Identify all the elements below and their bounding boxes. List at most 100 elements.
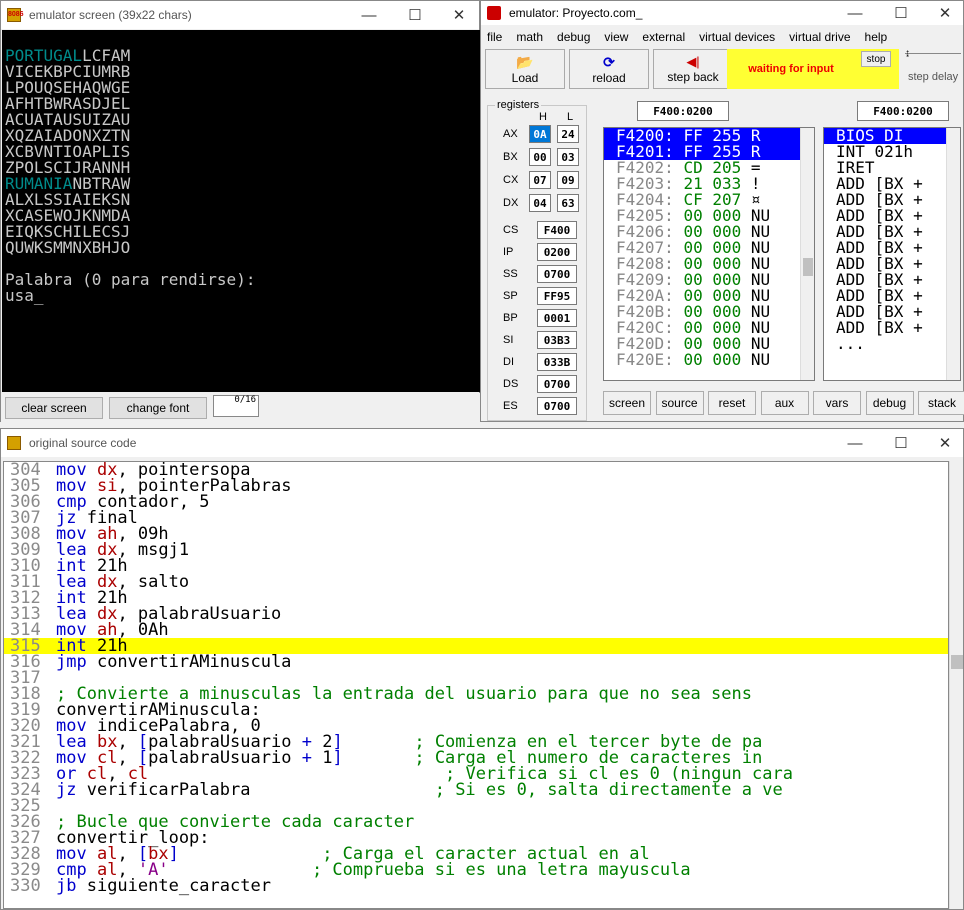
code-line[interactable]: 324 jz verificarPalabra ; Si es 0, salta …	[4, 780, 948, 800]
register-label-bx: BX	[503, 151, 518, 163]
maximize-icon[interactable]: ☐	[879, 429, 923, 457]
close-icon[interactable]: ✕	[923, 1, 964, 25]
source-scroll-thumb[interactable]	[951, 655, 963, 669]
memory-view[interactable]: F4200: FF 255 R F4201: FF 255 R F4202: CD …	[603, 127, 815, 381]
console-text: QUWKSMMNXBHJO	[5, 238, 131, 257]
reload-icon: ⟳	[603, 53, 615, 70]
menu-debug[interactable]: debug	[557, 30, 590, 44]
console-line: usa_	[5, 288, 477, 304]
source-window-title: original source code	[29, 436, 137, 450]
code-token: jb	[56, 876, 87, 896]
step-delay-label: step delay	[908, 71, 959, 83]
code-line[interactable]: 316 jmp convertirAMinuscula	[4, 654, 948, 671]
code-text: int 21h	[56, 558, 948, 575]
code-line[interactable]: 306 cmp contador, 5	[4, 494, 948, 511]
clear-screen-button[interactable]: clear screen	[5, 397, 103, 419]
screen-button[interactable]: screen	[603, 391, 651, 415]
emulator-titlebar: emulator: Proyecto.com_ — ☐ ✕	[481, 1, 963, 25]
register-ax-high[interactable]: 0A	[529, 125, 551, 143]
register-es[interactable]: 0700	[537, 397, 577, 415]
memory-address: F420E:	[616, 350, 684, 369]
screen-button-bar: clear screen change font 0/16	[1, 393, 481, 423]
source-titlebar: original source code — ☐ ✕	[1, 429, 963, 457]
load-button[interactable]: 📂 Load	[485, 49, 565, 89]
minimize-icon[interactable]: —	[347, 1, 391, 29]
source-button[interactable]: source	[655, 391, 704, 415]
memory-scrollbar[interactable]	[800, 128, 814, 380]
menu-help[interactable]: help	[865, 30, 888, 44]
register-bx-high[interactable]: 00	[529, 148, 551, 166]
disasm-scrollbar[interactable]	[946, 128, 960, 380]
aux-button[interactable]: aux	[760, 391, 809, 415]
debug-button[interactable]: debug	[865, 391, 914, 415]
code-line[interactable]: 330 jb siguiente_caracter	[4, 876, 948, 896]
register-dx-high[interactable]: 04	[529, 194, 551, 212]
code-line[interactable]: 311 lea dx, salto	[4, 574, 948, 591]
minimize-icon[interactable]: —	[833, 1, 877, 25]
maximize-icon[interactable]: ☐	[393, 1, 437, 29]
menu-virtual-drive[interactable]: virtual drive	[789, 30, 850, 44]
memory-row[interactable]: F420E: 00 000 NU	[604, 352, 814, 368]
memory-address-field[interactable]: F400:0200	[637, 101, 729, 121]
high-byte-header: H	[539, 111, 547, 123]
reload-label: reload	[592, 70, 626, 85]
source-scrollbar[interactable]	[949, 461, 963, 909]
disasm-row[interactable]: ...	[824, 336, 960, 352]
code-line[interactable]: 309 lea dx, msgj1	[4, 542, 948, 559]
register-ds[interactable]: 0700	[537, 375, 577, 393]
step-delay-slider[interactable]: ↨	[905, 48, 961, 65]
register-cs[interactable]: F400	[537, 221, 577, 239]
register-label-si: SI	[503, 334, 514, 346]
register-label-cx: CX	[503, 174, 519, 186]
code-token: jz	[56, 780, 87, 800]
source-code-editor[interactable]: 304 mov dx, pointersopa 305 mov si, pointer…	[3, 461, 949, 909]
reload-button[interactable]: ⟳ reload	[569, 49, 649, 89]
register-ss[interactable]: 0700	[537, 265, 577, 283]
screen-titlebar: 8086 emulator screen (39x22 chars) — ☐ ✕	[1, 1, 479, 29]
register-bx-low[interactable]: 03	[557, 148, 579, 166]
reset-button[interactable]: reset	[708, 391, 756, 415]
menu-math[interactable]: math	[516, 30, 543, 44]
step-back-button[interactable]: ◀| step back	[653, 49, 733, 89]
register-si[interactable]: 03B3	[537, 331, 577, 349]
console-line: QUWKSMMNXBHJO	[5, 240, 477, 256]
console-text: usa_	[5, 286, 44, 305]
console-output[interactable]: PORTUGALLCFAM VICEKBPCIUMRB LPOUQSEHAQWGE A…	[2, 30, 480, 392]
disassembly-view[interactable]: BIOS DI INT 021h IRET ADD [BX + ADD [BX + ADD…	[823, 127, 961, 381]
close-icon[interactable]: ✕	[437, 1, 481, 29]
screen-window-title: emulator screen (39x22 chars)	[29, 8, 192, 22]
menu-external[interactable]: external	[642, 30, 685, 44]
slider-thumb[interactable]: ↨	[905, 48, 910, 59]
code-text: cmp contador, 5	[56, 494, 948, 511]
register-label-cs: CS	[503, 224, 519, 236]
memory-scroll-thumb[interactable]	[803, 258, 813, 276]
line-number: 330	[10, 876, 41, 896]
menu-file[interactable]: file	[487, 30, 502, 44]
disasm-address-field[interactable]: F400:0200	[857, 101, 949, 121]
minimize-icon[interactable]: —	[833, 429, 877, 457]
code-text: lea dx, msgj1	[56, 542, 948, 559]
maximize-icon[interactable]: ☐	[879, 1, 923, 25]
stop-button[interactable]: stop	[861, 51, 891, 67]
register-cx-low[interactable]: 09	[557, 171, 579, 189]
code-text: jz verificarPalabra ; Si es 0, salta dir…	[56, 780, 948, 800]
register-sp[interactable]: FF95	[537, 287, 577, 305]
register-dx-low[interactable]: 63	[557, 194, 579, 212]
memory-rows: F4200: FF 255 R F4201: FF 255 R F4202: CD …	[604, 128, 814, 368]
close-icon[interactable]: ✕	[923, 429, 964, 457]
register-cx-high[interactable]: 07	[529, 171, 551, 189]
code-line[interactable]: 314 mov ah, 0Ah	[4, 622, 948, 639]
register-bp[interactable]: 0001	[537, 309, 577, 327]
register-ip[interactable]: 0200	[537, 243, 577, 261]
vars-button[interactable]: vars	[813, 391, 861, 415]
register-di[interactable]: 033B	[537, 353, 577, 371]
code-text: lea dx, palabraUsuario	[56, 606, 948, 623]
status-text: waiting for input	[748, 63, 834, 75]
stack-button[interactable]: stack	[918, 391, 964, 415]
change-font-button[interactable]: change font	[109, 397, 207, 419]
menu-view[interactable]: view	[604, 30, 628, 44]
code-token: siguiente_caracter	[86, 876, 271, 896]
menu-virtual-devices[interactable]: virtual devices	[699, 30, 775, 44]
register-ax-low[interactable]: 24	[557, 125, 579, 143]
folder-open-icon: 📂	[516, 53, 534, 70]
